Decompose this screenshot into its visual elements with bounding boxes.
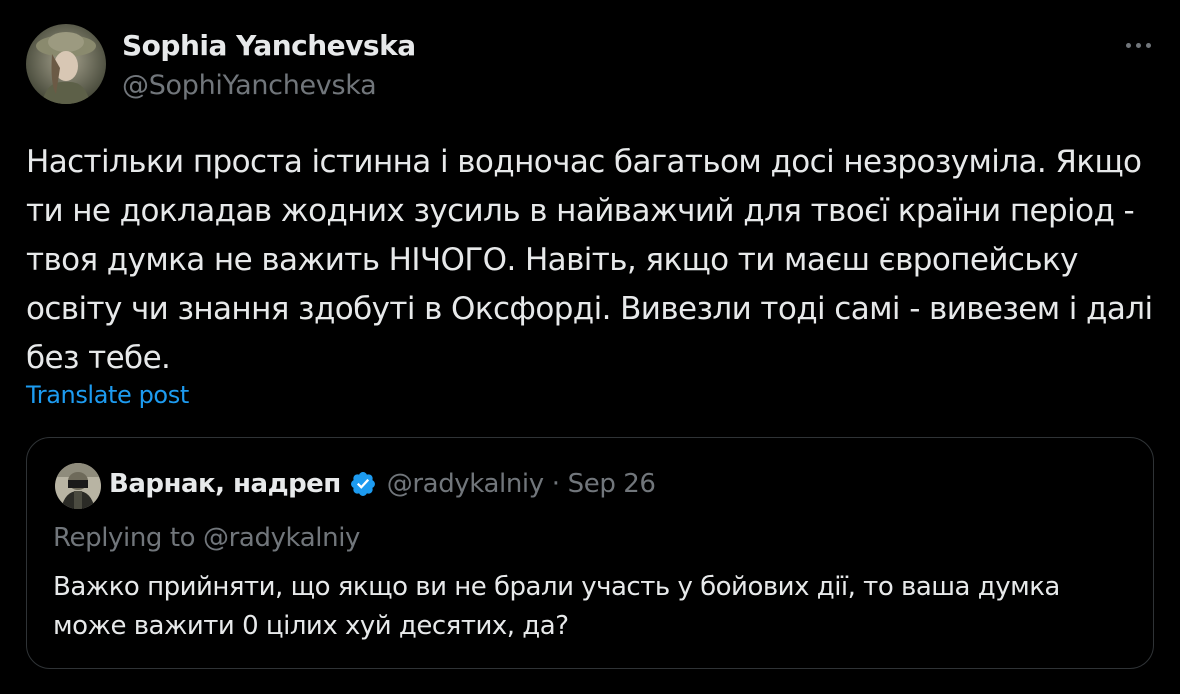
tweet-text-line: без тебе. (26, 340, 171, 376)
translate-post-link[interactable]: Translate post (26, 381, 189, 409)
author-name[interactable]: Sophia Yanchevska (122, 29, 416, 62)
quoted-author-name[interactable]: Варнак, надреп (109, 469, 341, 499)
more-button[interactable] (1118, 30, 1158, 60)
quoted-tweet-date[interactable]: Sep 26 (568, 469, 656, 499)
author-handle[interactable]: @SophiYanchevska (122, 70, 377, 101)
tweet-text-line: ти не докладав жодних зусиль в найважчий… (26, 193, 1135, 229)
tweet: Sophia Yanchevska @SophiYanchevska Насті… (0, 0, 1180, 694)
quoted-text-line: може важити 0 цілих хуй десятих, да? (53, 611, 569, 641)
tweet-text-line: Настільки проста істинна і водночас бага… (26, 144, 1142, 180)
separator-dot: · (551, 469, 560, 499)
quoted-tweet[interactable]: Варнак, надреп @radykalniy · Sep 26 Repl… (26, 437, 1154, 669)
quoted-tweet-header: Варнак, надреп @radykalniy · Sep 26 (109, 469, 656, 499)
verified-badge-icon (349, 470, 377, 498)
quoted-author-avatar[interactable] (55, 463, 101, 509)
more-icon (1123, 42, 1153, 48)
replying-to: Replying to @radykalniy (53, 523, 361, 553)
tweet-text-line: твоя думка не важить НІЧОГО. Навіть, якщ… (26, 242, 1078, 278)
quoted-author-handle[interactable]: @radykalniy (387, 469, 544, 499)
tweet-text-line: освіту чи знання здобуті в Оксфорді. Вив… (26, 291, 1153, 327)
author-avatar[interactable] (26, 24, 106, 104)
quoted-tweet-text: Важко прийняти, що якщо ви не брали учас… (53, 568, 1133, 646)
tweet-text: Настільки проста істинна і водночас бага… (26, 138, 1161, 383)
quoted-text-line: Важко прийняти, що якщо ви не брали учас… (53, 572, 1060, 602)
